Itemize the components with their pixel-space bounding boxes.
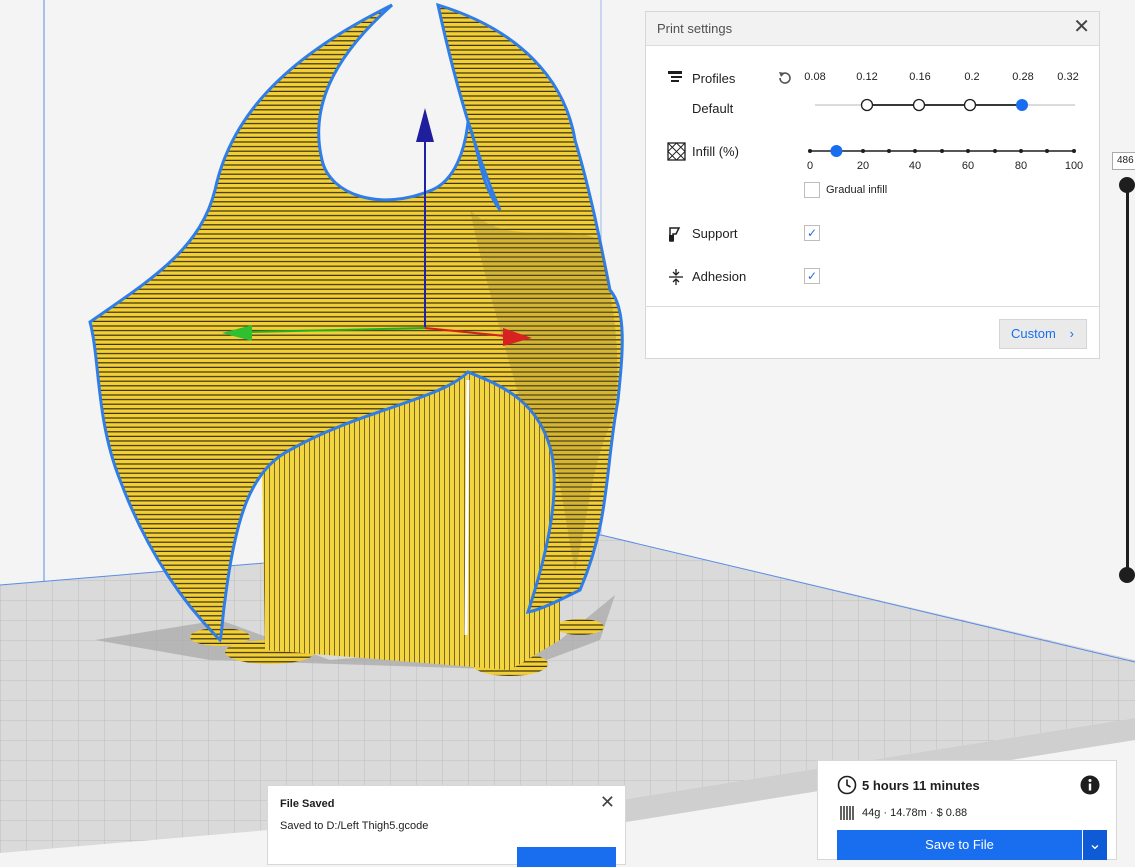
slider-stop[interactable]: [912, 98, 926, 112]
reset-icon[interactable]: [777, 70, 793, 86]
spool-icon: [840, 806, 854, 820]
notification-title: File Saved: [280, 798, 335, 810]
infill-tick-label: 0: [806, 160, 814, 172]
profile-tick-label: 0.2: [964, 71, 980, 83]
print-settings-title: Print settings: [657, 21, 733, 36]
support-checkbox[interactable]: ✓: [804, 225, 820, 241]
custom-button[interactable]: Custom ›: [999, 319, 1087, 349]
support-icon: [669, 227, 681, 242]
info-icon[interactable]: [1080, 775, 1100, 795]
infill-label: Infill (%): [692, 144, 739, 159]
model-seam: [464, 379, 470, 636]
print-time: 5 hours 11 minutes: [862, 778, 980, 793]
job-specs-panel: 5 hours 11 minutes 44g · 14.78m · $ 0.88…: [817, 760, 1117, 860]
material-estimate: 44g · 14.78m · $ 0.88: [862, 807, 968, 819]
slider-stop[interactable]: [860, 98, 874, 112]
brim-back: [556, 619, 604, 635]
divider: [646, 306, 1099, 307]
gradual-infill-label: Gradual infill: [826, 184, 888, 196]
chevron-right-icon: ›: [1069, 326, 1074, 341]
layer-slider-track[interactable]: [1126, 185, 1129, 577]
profiles-label: Profiles: [692, 71, 736, 86]
infill-icon: [667, 142, 686, 161]
profile-tick-label: 0.32: [1057, 71, 1079, 83]
chevron-down-icon[interactable]: ⌄: [1083, 830, 1107, 860]
clock-icon: [837, 775, 857, 795]
print-settings-panel: Print settings ✕ Profiles Default 0.08 0…: [645, 11, 1100, 359]
adhesion-icon: [669, 269, 683, 285]
custom-button-label: Custom: [1011, 326, 1056, 341]
slider-stop[interactable]: [963, 98, 977, 112]
adhesion-label: Adhesion: [692, 269, 747, 284]
close-icon[interactable]: ✕: [1073, 17, 1090, 37]
infill-tick-label: 40: [908, 160, 922, 172]
infill-tick-label: 100: [1064, 160, 1084, 172]
profile-tick-label: 0.12: [856, 71, 878, 83]
notification-message: Saved to D:/Left Thigh5.gcode: [280, 820, 429, 832]
infill-tick-label: 80: [1014, 160, 1028, 172]
adhesion-checkbox[interactable]: ✓: [804, 268, 820, 284]
infill-tick-label: 20: [856, 160, 870, 172]
profile-tick-label: 0.08: [804, 71, 826, 83]
print-settings-header: Print settings ✕: [646, 12, 1099, 46]
slider-handle[interactable]: [1016, 99, 1028, 111]
support-label: Support: [692, 226, 738, 241]
notification-action-button[interactable]: [517, 847, 616, 867]
profile-tick-label: 0.28: [1012, 71, 1034, 83]
layer-height-slider[interactable]: [811, 96, 1081, 116]
profiles-icon: [668, 71, 682, 82]
gradual-infill-checkbox[interactable]: [804, 182, 820, 198]
infill-tick-label: 60: [961, 160, 975, 172]
layer-slider-top-handle[interactable]: [1119, 177, 1135, 193]
close-icon[interactable]: ✕: [600, 792, 615, 813]
save-to-file-button[interactable]: Save to File: [837, 830, 1082, 860]
slider-handle[interactable]: [830, 145, 843, 157]
file-saved-notification: File Saved Saved to D:/Left Thigh5.gcode…: [267, 785, 626, 867]
layer-number-input[interactable]: 486: [1112, 152, 1135, 170]
infill-slider[interactable]: [805, 142, 1080, 162]
profile-tick-label: 0.16: [909, 71, 931, 83]
profile-current[interactable]: Default: [692, 101, 733, 116]
layer-slider-bottom-handle[interactable]: [1119, 567, 1135, 583]
